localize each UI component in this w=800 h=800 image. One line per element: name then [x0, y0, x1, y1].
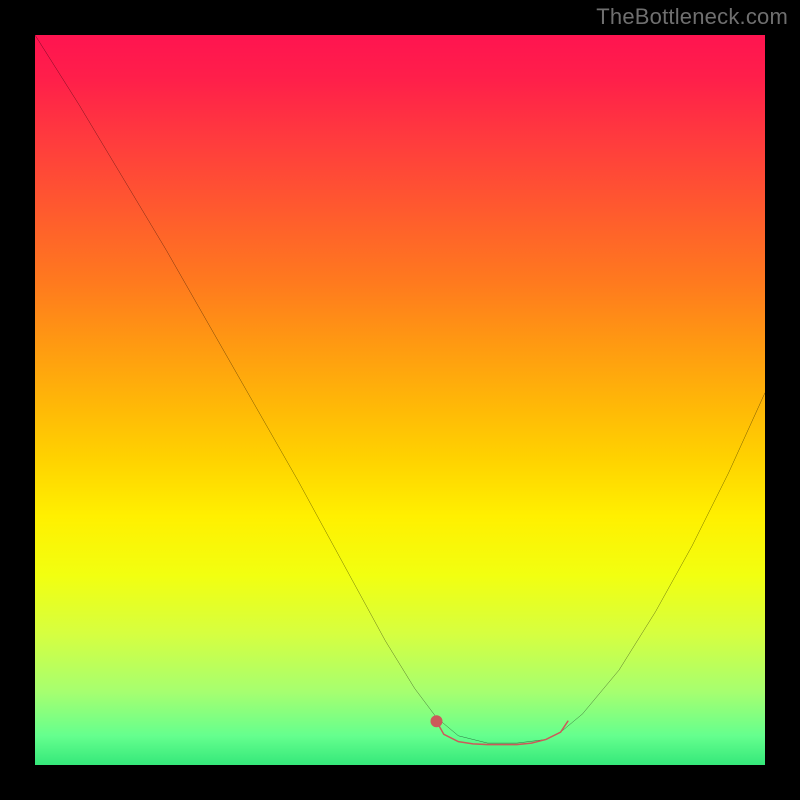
left-marker-icon — [431, 715, 443, 727]
watermark-text: TheBottleneck.com — [596, 4, 788, 30]
chart-overlay — [35, 35, 765, 765]
bottleneck-curve — [35, 35, 765, 743]
recommended-range — [437, 721, 568, 744]
chart-frame: TheBottleneck.com — [0, 0, 800, 800]
